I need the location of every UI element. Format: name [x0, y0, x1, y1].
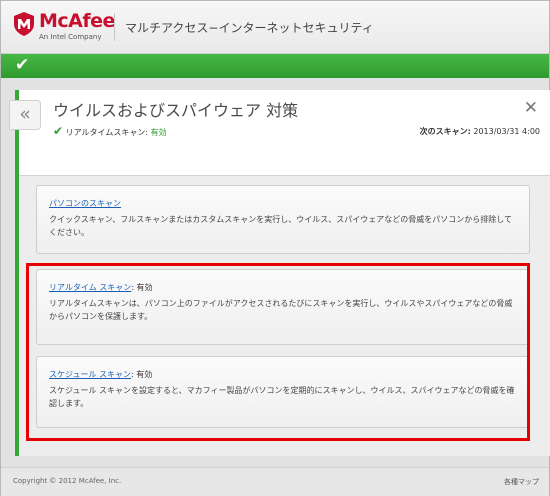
brand-name: McAfee: [39, 10, 115, 32]
realtime-label: リアルタイムスキャン:: [65, 128, 149, 137]
app-header: McAfee An Intel Company マルチアクセス−インターネットセ…: [1, 1, 549, 54]
sitemap-link[interactable]: 各種マップ: [504, 477, 539, 487]
app-window: McAfee An Intel Company マルチアクセス−インターネットセ…: [0, 0, 550, 496]
panel-title: ウイルスおよびスパイウェア 対策: [53, 101, 299, 120]
realtime-status-line: ✔ リアルタイムスキャン: 有効: [53, 124, 167, 138]
next-scan-label: 次のスキャン:: [419, 127, 471, 136]
pc-scan-card[interactable]: パソコンのスキャン クイックスキャン、フルスキャンまたはカスタムスキャンを実行し…: [36, 185, 530, 254]
card-title: パソコンのスキャン: [49, 198, 121, 209]
card-description: クイックスキャン、フルスキャンまたはカスタムスキャンを実行し、ウイルス、スパイウ…: [49, 215, 513, 237]
panel-header: « ウイルスおよびスパイウェア 対策 ✕ ✔ リアルタイムスキャン: 有効 次の…: [9, 90, 550, 176]
header-divider: [114, 13, 115, 41]
mcafee-shield-icon: [14, 12, 34, 36]
close-icon[interactable]: ✕: [524, 98, 538, 118]
check-icon: ✔: [15, 55, 30, 75]
app-footer: Copyright © 2012 McAfee, Inc. 各種マップ: [1, 467, 549, 496]
realtime-status-value: 有効: [150, 128, 167, 137]
brand-tagline: An Intel Company: [39, 33, 102, 41]
next-scan-info: 次のスキャン: 2013/03/31 4:00: [420, 126, 540, 137]
next-scan-value: 2013/03/31 4:00: [473, 127, 540, 136]
back-button[interactable]: «: [9, 100, 41, 130]
copyright-text: Copyright © 2012 McAfee, Inc.: [13, 477, 122, 485]
protection-status-bar: ✔: [1, 54, 549, 78]
check-icon: ✔: [53, 124, 64, 138]
product-title: マルチアクセス−インターネットセキュリティ: [125, 21, 374, 35]
pc-scan-link[interactable]: パソコンのスキャン: [49, 199, 121, 208]
highlight-box: [26, 263, 530, 441]
